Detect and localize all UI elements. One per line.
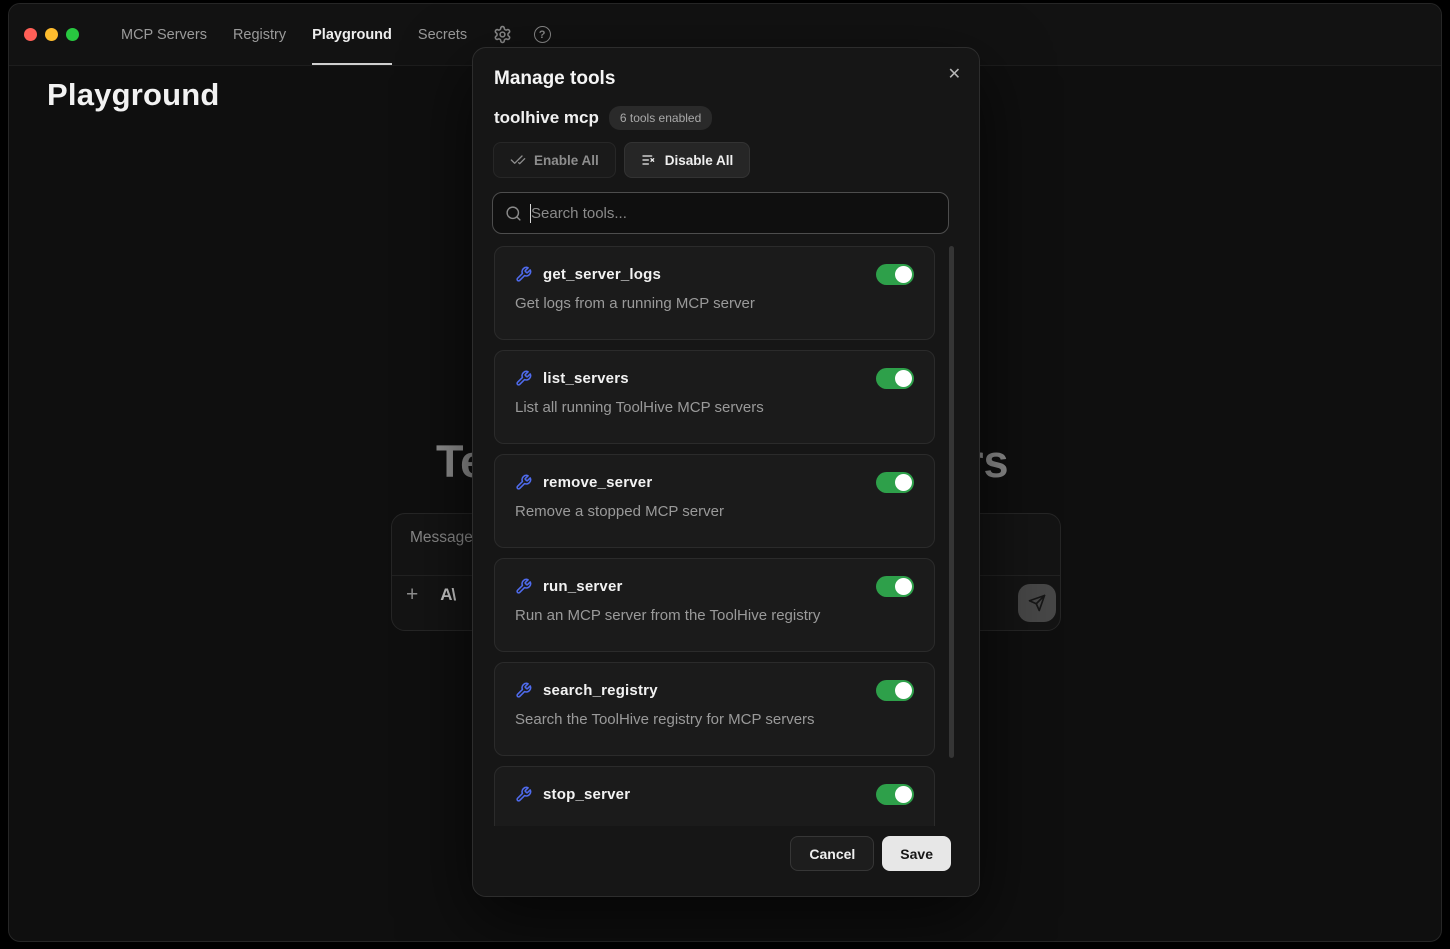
dialog-title: Manage tools <box>494 68 615 90</box>
tool-toggle[interactable] <box>876 368 914 389</box>
traffic-lights <box>24 28 79 41</box>
wrench-icon <box>515 370 532 387</box>
wrench-icon <box>515 682 532 699</box>
tool-name: get_server_logs <box>543 266 876 283</box>
help-icon[interactable]: ? <box>531 24 553 46</box>
tool-card: get_server_logs Get logs from a running M… <box>494 246 935 340</box>
close-icon[interactable]: ✕ <box>948 64 961 84</box>
wrench-icon <box>515 786 532 803</box>
tool-card: stop_server <box>494 766 935 826</box>
tool-card: search_registry Search the ToolHive regis… <box>494 662 935 756</box>
tools-enabled-badge: 6 tools enabled <box>609 106 712 130</box>
tool-description: Search the ToolHive registry for MCP ser… <box>515 711 914 728</box>
save-button[interactable]: Save <box>882 836 951 871</box>
send-button[interactable] <box>1018 584 1056 622</box>
wrench-icon <box>515 578 532 595</box>
disable-all-button[interactable]: Disable All <box>624 142 751 178</box>
tool-toggle[interactable] <box>876 264 914 285</box>
manage-tools-dialog: Manage tools ✕ toolhive mcp 6 tools enab… <box>472 47 980 897</box>
tool-name: stop_server <box>543 786 876 803</box>
tool-toggle[interactable] <box>876 576 914 597</box>
scrollbar-thumb[interactable] <box>949 246 954 758</box>
tool-description: Run an MCP server from the ToolHive regi… <box>515 607 914 624</box>
minimize-window-button[interactable] <box>45 28 58 41</box>
cancel-button[interactable]: Cancel <box>790 836 874 871</box>
search-tools-field[interactable] <box>492 192 949 234</box>
search-input[interactable] <box>531 205 936 222</box>
check-check-icon <box>510 152 526 168</box>
tool-list[interactable]: get_server_logs Get logs from a running M… <box>494 246 935 826</box>
tool-toggle[interactable] <box>876 680 914 701</box>
attach-plus-icon[interactable]: + <box>406 584 418 605</box>
page-title: Playground <box>47 77 220 113</box>
tab-playground[interactable]: Playground <box>312 4 392 65</box>
tool-name: search_registry <box>543 682 876 699</box>
tool-description: Get logs from a running MCP server <box>515 295 914 312</box>
send-paper-plane-icon <box>1028 594 1046 612</box>
tool-name: run_server <box>543 578 876 595</box>
close-window-button[interactable] <box>24 28 37 41</box>
tool-description: Remove a stopped MCP server <box>515 503 914 520</box>
server-name: toolhive mcp <box>494 108 599 128</box>
tool-toggle[interactable] <box>876 784 914 805</box>
tool-name: remove_server <box>543 474 876 491</box>
wrench-icon <box>515 266 532 283</box>
tool-name: list_servers <box>543 370 876 387</box>
tab-registry[interactable]: Registry <box>233 4 286 65</box>
tool-card: remove_server Remove a stopped MCP server <box>494 454 935 548</box>
tab-mcp-servers[interactable]: MCP Servers <box>121 4 207 65</box>
anthropic-logo-icon[interactable]: A\ <box>440 585 455 605</box>
settings-gear-icon[interactable] <box>491 24 513 46</box>
wrench-icon <box>515 474 532 491</box>
list-x-icon <box>641 152 657 168</box>
tool-card: list_servers List all running ToolHive MC… <box>494 350 935 444</box>
tab-secrets[interactable]: Secrets <box>418 4 467 65</box>
tool-description: List all running ToolHive MCP servers <box>515 399 914 416</box>
search-icon <box>505 205 522 222</box>
tool-toggle[interactable] <box>876 472 914 493</box>
maximize-window-button[interactable] <box>66 28 79 41</box>
tool-card: run_server Run an MCP server from the Too… <box>494 558 935 652</box>
enable-all-button[interactable]: Enable All <box>493 142 616 178</box>
main-nav: MCP Servers Registry Playground Secrets <box>121 4 467 65</box>
